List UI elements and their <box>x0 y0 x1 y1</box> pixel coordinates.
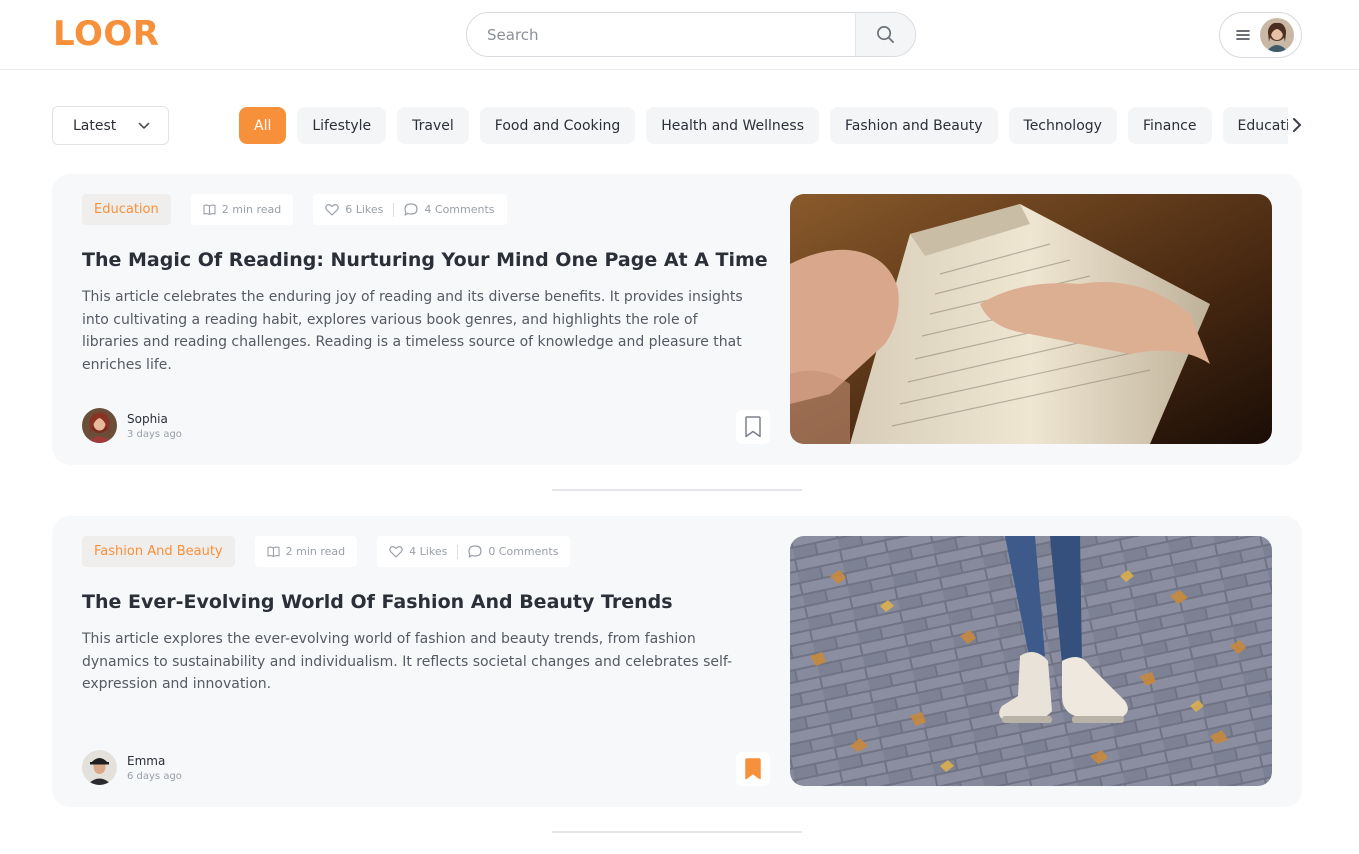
post-time: 3 days ago <box>127 428 182 440</box>
book-reading-photo <box>790 194 1272 444</box>
chip-divider <box>393 202 395 217</box>
category-tab-health-and-wellness[interactable]: Health and Wellness <box>646 107 819 144</box>
sort-dropdown[interactable]: Latest <box>52 106 169 145</box>
book-icon <box>267 546 280 557</box>
category-tab-technology[interactable]: Technology <box>1008 107 1117 144</box>
category-tab-travel[interactable]: Travel <box>397 107 469 144</box>
site-logo[interactable]: LOOR <box>53 14 159 54</box>
user-avatar[interactable] <box>1260 18 1294 52</box>
comment-icon[interactable] <box>468 545 482 558</box>
category-tab-food-and-cooking[interactable]: Food and Cooking <box>479 107 636 144</box>
likes-count: 6 Likes <box>345 203 384 216</box>
author-info: Emma 6 days ago <box>127 754 182 782</box>
post-author[interactable]: Emma 6 days ago <box>82 750 182 785</box>
read-time-text: 2 min read <box>221 203 282 216</box>
author-avatar <box>82 750 117 785</box>
author-name: Sophia <box>127 411 168 426</box>
section-divider <box>552 831 802 833</box>
comments-count: 4 Comments <box>424 203 495 216</box>
heart-icon[interactable] <box>325 203 339 216</box>
post-card[interactable]: Fashion And Beauty 2 min read 4 Likes 0 … <box>52 516 1302 807</box>
search-icon <box>877 26 894 43</box>
chip-divider <box>457 544 459 559</box>
post-image[interactable] <box>790 536 1272 786</box>
search-input[interactable] <box>467 13 855 56</box>
category-tab-education[interactable]: Education <box>1222 107 1288 144</box>
post-title[interactable]: The Ever-Evolving World Of Fashion And B… <box>82 591 772 613</box>
post-time: 6 days ago <box>127 770 182 782</box>
author-name: Emma <box>127 753 166 768</box>
likes-count: 4 Likes <box>409 545 448 558</box>
bookmark-button[interactable] <box>736 410 770 444</box>
read-time-chip: 2 min read <box>190 194 294 225</box>
post-description: This article explores the ever-evolving … <box>82 631 733 692</box>
categories-scroll-right-button[interactable] <box>1288 113 1306 137</box>
category-tabs: All Lifestyle Travel Food and Cooking He… <box>239 107 1288 144</box>
comment-icon[interactable] <box>404 203 419 216</box>
bookmark-filled-icon <box>745 758 761 780</box>
engagement-chip: 6 Likes 4 Comments <box>313 194 507 225</box>
post-card[interactable]: Education 2 min read 6 Likes 4 Comments … <box>52 174 1302 465</box>
hamburger-menu-icon <box>1236 30 1250 40</box>
author-info: Sophia 3 days ago <box>127 412 182 440</box>
post-category-badge[interactable]: Fashion And Beauty <box>82 536 235 567</box>
chevron-down-icon <box>139 122 150 129</box>
chevron-right-icon <box>1293 118 1301 132</box>
sort-dropdown-label: Latest <box>73 117 117 134</box>
post-description: This article celebrates the enduring joy… <box>82 289 743 373</box>
category-tab-all[interactable]: All <box>239 107 287 144</box>
post-image[interactable] <box>790 194 1272 444</box>
section-divider <box>552 489 802 491</box>
read-time-text: 2 min read <box>285 545 346 558</box>
post-meta: Education 2 min read 6 Likes 4 Comments <box>82 194 507 225</box>
autumn-boots-photo <box>790 536 1272 786</box>
category-tab-fashion-and-beauty[interactable]: Fashion and Beauty <box>829 107 998 144</box>
search-bar <box>466 12 916 57</box>
author-avatar <box>82 408 117 443</box>
post-author[interactable]: Sophia 3 days ago <box>82 408 182 443</box>
category-tab-finance[interactable]: Finance <box>1127 107 1212 144</box>
post-category-badge[interactable]: Education <box>82 194 171 225</box>
top-header: LOOR <box>0 0 1359 70</box>
book-icon <box>203 204 216 215</box>
search-button[interactable] <box>855 13 915 56</box>
account-menu-button[interactable] <box>1219 12 1302 58</box>
engagement-chip: 4 Likes 0 Comments <box>377 536 571 567</box>
bookmark-button-active[interactable] <box>736 752 770 786</box>
bookmark-outline-icon <box>745 416 761 438</box>
heart-icon[interactable] <box>389 545 403 558</box>
category-tab-lifestyle[interactable]: Lifestyle <box>297 107 387 144</box>
comments-count: 0 Comments <box>488 545 559 558</box>
read-time-chip: 2 min read <box>254 536 358 567</box>
post-title[interactable]: The Magic Of Reading: Nurturing Your Min… <box>82 249 772 271</box>
post-meta: Fashion And Beauty 2 min read 4 Likes 0 … <box>82 536 571 567</box>
